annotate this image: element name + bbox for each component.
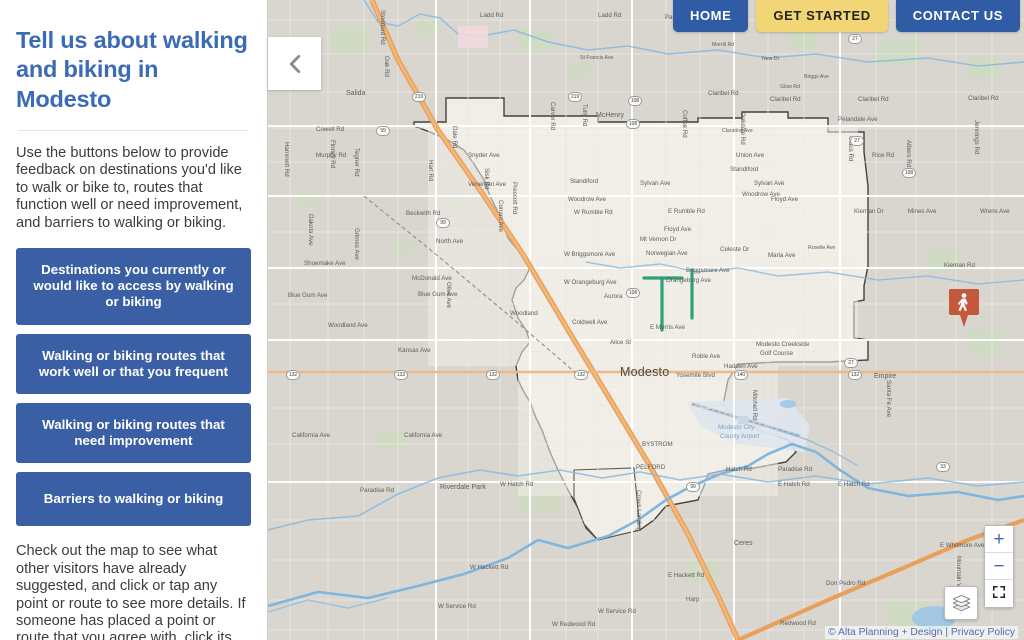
map-layers-button[interactable] (944, 586, 978, 620)
title-divider (18, 130, 249, 132)
barriers-button[interactable]: Barriers to walking or biking (16, 472, 251, 527)
nav-home[interactable]: HOME (672, 0, 749, 32)
chevron-left-icon (282, 51, 308, 77)
layers-stack-icon (951, 591, 972, 615)
map-base-layer (268, 0, 1024, 640)
map-viewport[interactable]: SalidaMcHenryLadd RdLadd RdPatterson RdM… (268, 0, 1024, 640)
fullscreen-icon (992, 584, 1006, 603)
fullscreen-button[interactable] (985, 580, 1013, 607)
feedback-sidebar: Tell us about walking and biking in Mode… (0, 0, 268, 640)
outro-text: Check out the map to see what other visi… (16, 543, 246, 640)
sidebar-collapse-button[interactable] (268, 37, 321, 90)
destinations-button[interactable]: Destinations you currently or would like… (16, 247, 251, 325)
feedback-button-group: Destinations you currently or would like… (16, 247, 251, 527)
map-zoom-controls: + − (984, 525, 1014, 608)
map-pin-pedestrian[interactable] (947, 287, 981, 329)
nav-get-started[interactable]: GET STARTED (756, 0, 888, 32)
page-title: Tell us about walking and biking in Mode… (16, 27, 248, 112)
routes-work-well-button[interactable]: Walking or biking routes that work well … (16, 333, 251, 395)
attribution-separator: | (945, 627, 949, 638)
application-root: SalidaMcHenryLadd RdLadd RdPatterson RdM… (0, 0, 1024, 640)
attribution-copyright[interactable]: © Alta Planning + Design (828, 627, 942, 638)
zoom-in-button[interactable]: + (985, 526, 1013, 553)
map-attribution: © Alta Planning + Design | Privacy Polic… (825, 626, 1018, 639)
routes-need-improvement-button[interactable]: Walking or biking routes that need impro… (16, 403, 251, 464)
top-navigation: HOME GET STARTED CONTACT US (669, 0, 1024, 32)
nav-contact-us[interactable]: CONTACT US (895, 0, 1020, 32)
privacy-policy-link[interactable]: Privacy Policy (951, 627, 1015, 638)
intro-text: Use the buttons below to provide feedbac… (16, 145, 243, 231)
zoom-out-button[interactable]: − (985, 553, 1013, 580)
